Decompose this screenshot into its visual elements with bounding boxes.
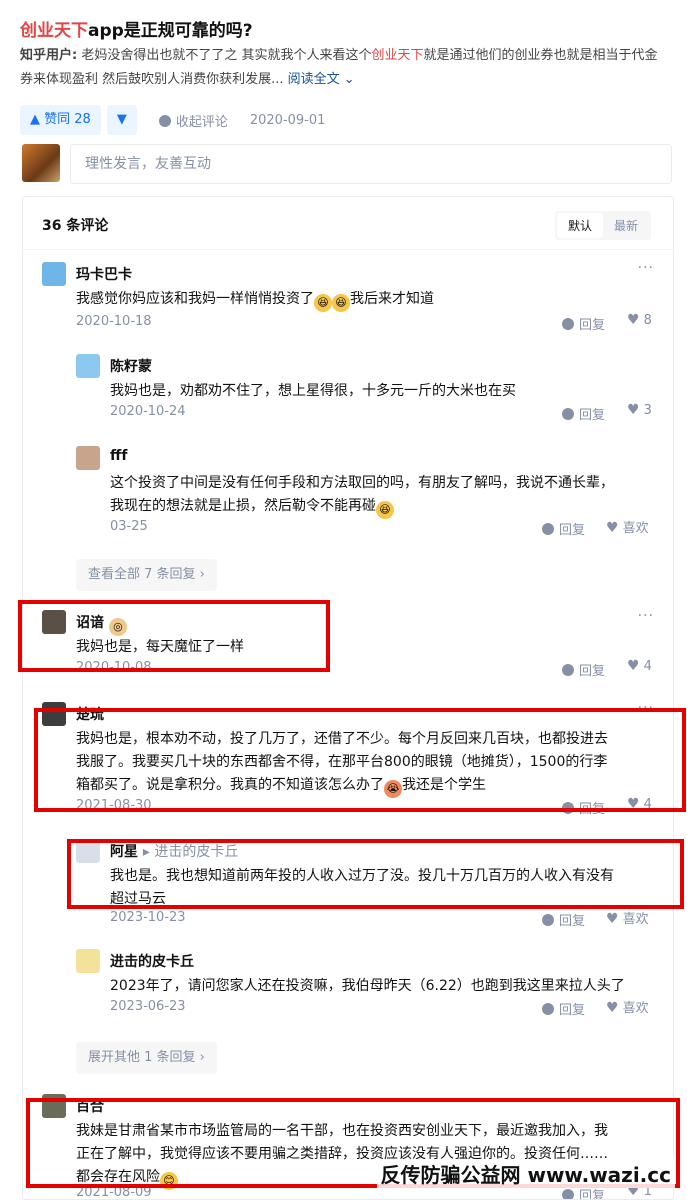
reply-label: 回复 xyxy=(579,408,606,423)
reply-icon xyxy=(562,664,574,676)
question-title[interactable]: 创业天下app是正规可靠的吗? xyxy=(20,16,253,41)
comment-author[interactable]: fff xyxy=(110,448,127,464)
laugh-emoji-icon: 😆 xyxy=(314,294,332,312)
like-label: 喜欢 xyxy=(622,1001,649,1016)
like-button[interactable]: ♥ 3 xyxy=(627,402,652,418)
collapse-label: 收起评论 xyxy=(175,114,228,130)
like-button[interactable]: ♥ 4 xyxy=(627,658,652,674)
comment-text-line: 这个投资了中间是没有任何手段和方法取回的吗，有朋友了解吗，我说不通长辈， xyxy=(110,475,614,491)
reply-button[interactable]: 回复 xyxy=(542,999,585,1018)
comment-input[interactable]: 理性发言，友善互动 xyxy=(70,144,672,184)
laugh-emoji-icon: 😆 xyxy=(332,294,350,312)
summary-highlight: 创业天下 xyxy=(371,48,424,63)
reply-label: 回复 xyxy=(579,664,606,679)
sort-default-tab[interactable]: 默认 xyxy=(556,213,603,238)
avatar[interactable] xyxy=(76,949,100,973)
like-count: 4 xyxy=(643,659,652,674)
like-button[interactable]: ♥ 喜欢 xyxy=(606,997,649,1016)
heart-icon: ♥ xyxy=(606,520,619,536)
comments-header: 36 条评论 默认 最新 xyxy=(23,197,673,250)
like-button[interactable]: ♥ 8 xyxy=(627,312,652,328)
reply-label: 回复 xyxy=(579,318,606,333)
watermark: 反传防骗公益网 www.wazi.cc xyxy=(376,1159,675,1188)
comment-date: 2020-10-18 xyxy=(76,314,152,329)
sort-latest-tab[interactable]: 最新 xyxy=(603,213,649,238)
comment-date: 2023-06-23 xyxy=(110,999,186,1014)
upvote-button[interactable]: ▲ 赞同 28 xyxy=(20,105,101,135)
heart-icon: ♥ xyxy=(627,402,640,418)
answer-actions: ▲ 赞同 28 ▼ 收起评论 2020-09-01 xyxy=(20,105,325,135)
answer-summary: 知乎用户: 老妈没舍得出也就不了了之 其实就我个人来看这个创业天下就是通过他们的… xyxy=(20,44,670,92)
more-options-icon[interactable]: ··· xyxy=(638,608,654,624)
laugh-emoji-icon: 😆 xyxy=(376,501,394,519)
comment-date: 03-25 xyxy=(110,519,148,534)
title-text: app是正规可靠的吗? xyxy=(88,21,253,41)
comment-count: 36 条评论 xyxy=(42,218,109,234)
highlight-box xyxy=(67,839,684,909)
read-more-link[interactable]: 阅读全文 ⌄ xyxy=(284,72,355,87)
like-button[interactable]: ♥ 喜欢 xyxy=(606,517,649,536)
reply-icon xyxy=(562,1189,574,1199)
comment-author[interactable]: 进击的皮卡丘 xyxy=(110,951,194,971)
like-button[interactable]: ♥ 喜欢 xyxy=(606,908,649,927)
reply-button[interactable]: 回复 xyxy=(562,404,605,423)
comment-item: 玛卡巴卡 ··· 我感觉你妈应该和我妈一样悄悄投资了 😆 😆 我后来才知道 2020-… xyxy=(42,260,654,333)
reply-item: 陈籽蒙 我妈也是，劝都劝不住了，想上星得很，十多元一斤的大米也在买 2020-1… xyxy=(76,354,654,424)
reply-label: 回复 xyxy=(579,1189,606,1200)
reply-icon xyxy=(542,914,554,926)
comment-author[interactable]: 陈籽蒙 xyxy=(110,356,152,376)
comment-text-tail: 我后来才知道 xyxy=(350,291,434,307)
comment-date: 2020-10-24 xyxy=(110,404,186,419)
reply-button[interactable]: 回复 xyxy=(562,660,605,679)
comment-text: 我妈也是，劝都劝不住了，想上星得很，十多元一斤的大米也在买 xyxy=(110,383,516,399)
reply-label: 回复 xyxy=(559,1003,586,1018)
more-options-icon[interactable]: ··· xyxy=(638,260,654,276)
current-user-avatar xyxy=(22,144,60,182)
reply-label: 回复 xyxy=(559,914,586,929)
comment-text-line: 我现在的想法就是止损，然后勒令不能再碰 xyxy=(110,498,376,514)
reply-button[interactable]: 回复 xyxy=(542,910,585,929)
comment-text: 2023年了，请问您家人还在投资嘛，我伯母昨天（6.22）也跑到我这里来拉人头了 xyxy=(110,978,625,994)
comment-text: 这个投资了中间是没有任何手段和方法取回的吗，有朋友了解吗，我说不通长辈， 我现在的… xyxy=(110,472,614,519)
reply-label: 回复 xyxy=(559,523,586,538)
reply-icon xyxy=(562,318,574,330)
title-highlight: 创业天下 xyxy=(20,21,88,41)
avatar[interactable] xyxy=(76,354,100,378)
heart-icon: ♥ xyxy=(627,658,640,674)
comment-date: 2023-10-23 xyxy=(110,910,186,925)
reply-item: fff 这个投资了中间是没有任何手段和方法取回的吗，有朋友了解吗，我说不通长辈，… xyxy=(76,446,654,541)
reply-button[interactable]: 回复 xyxy=(562,314,605,333)
like-label: 喜欢 xyxy=(622,912,649,927)
reply-icon xyxy=(542,1003,554,1015)
heart-icon: ♥ xyxy=(606,1000,619,1016)
like-count: 8 xyxy=(643,313,652,328)
summary-text: 老妈没舍得出也就不了了之 其实就我个人来看这个 xyxy=(77,48,372,63)
highlight-box xyxy=(18,600,330,672)
heart-icon: ♥ xyxy=(627,312,640,328)
reply-icon xyxy=(562,408,574,420)
like-count: 3 xyxy=(643,403,652,418)
answer-date: 2020-09-01 xyxy=(249,112,326,128)
comment-author[interactable]: 玛卡巴卡 xyxy=(76,264,132,284)
reply-icon xyxy=(542,523,554,535)
view-all-replies-button[interactable]: 查看全部 7 条回复 › xyxy=(76,559,217,591)
heart-icon: ♥ xyxy=(606,911,619,927)
reply-item: 进击的皮卡丘 2023年了，请问您家人还在投资嘛，我伯母昨天（6.22）也跑到我… xyxy=(76,949,654,1019)
collapse-comments-button[interactable]: 收起评论 xyxy=(158,111,228,130)
avatar[interactable] xyxy=(76,446,100,470)
avatar[interactable] xyxy=(42,262,66,286)
highlight-box xyxy=(34,708,686,812)
reply-button[interactable]: 回复 xyxy=(542,519,585,538)
expand-replies-button[interactable]: 展开其他 1 条回复 › xyxy=(76,1042,217,1074)
comments-panel: 36 条评论 默认 最新 玛卡巴卡 ··· 我感觉你妈应该和我妈一样悄悄投资了 😆… xyxy=(22,196,674,1200)
comment-text: 我感觉你妈应该和我妈一样悄悄投资了 😆 😆 我后来才知道 xyxy=(76,288,434,312)
author-label[interactable]: 知乎用户: xyxy=(20,48,77,63)
sort-toggle: 默认 最新 xyxy=(554,211,651,240)
downvote-button[interactable]: ▼ xyxy=(106,105,137,135)
comment-text-part: 我感觉你妈应该和我妈一样悄悄投资了 xyxy=(76,291,314,307)
like-label: 喜欢 xyxy=(622,521,649,536)
comment-icon xyxy=(158,114,171,127)
